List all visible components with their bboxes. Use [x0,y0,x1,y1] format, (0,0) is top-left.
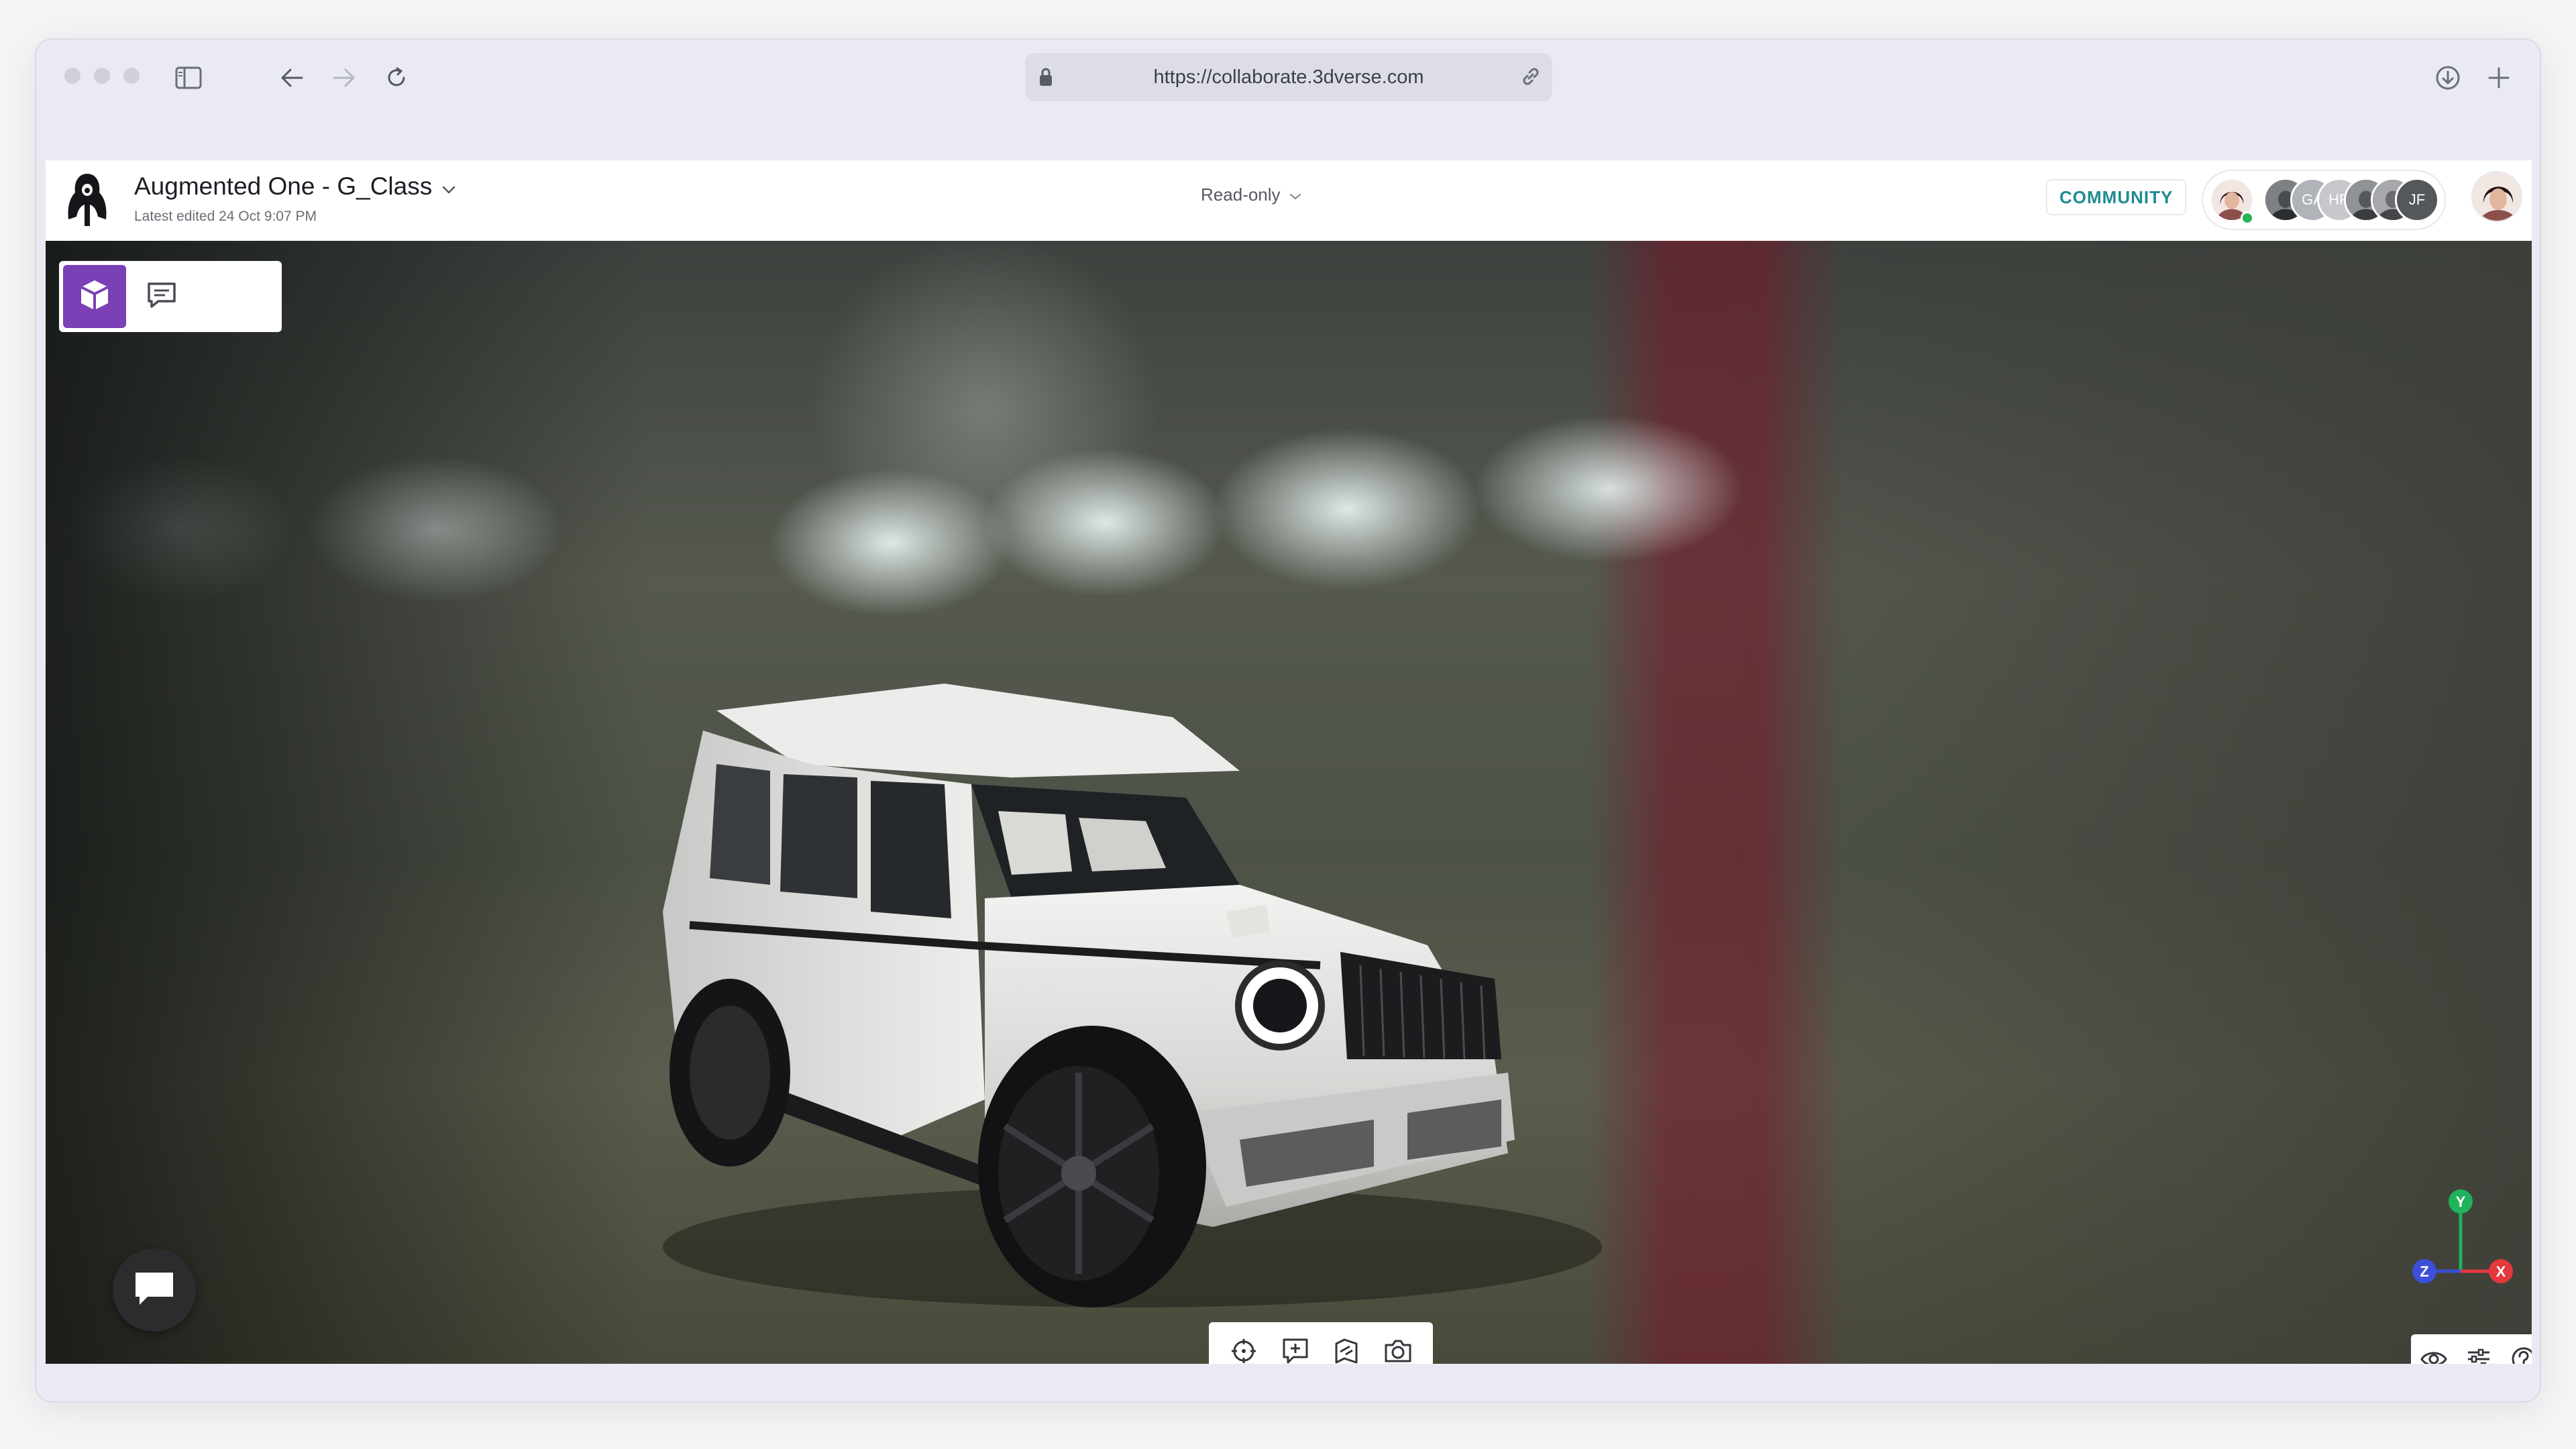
sidebar-toggle-icon[interactable] [165,54,212,101]
minimize-window-button[interactable] [94,68,110,84]
viewport-toolbar [1209,1322,1433,1364]
close-window-button[interactable] [64,68,80,84]
avatar[interactable]: JF [2395,178,2439,222]
3d-viewport[interactable]: Y X Z [46,241,2532,1364]
collaborators-avatar-group[interactable]: GA HR JF [2202,170,2446,230]
access-mode-dropdown[interactable]: Read-only [1201,184,1302,205]
url-text: https://collaborate.3dverse.com [1153,66,1424,88]
online-status-dot [2241,211,2254,225]
browser-chrome: https://collaborate.3dverse.com [36,40,2540,162]
cube-icon [77,278,112,316]
chat-icon [133,1270,176,1311]
sliders-icon[interactable] [2459,1339,2499,1364]
project-title-dropdown[interactable]: Augmented One - G_Class [134,172,456,201]
eye-icon[interactable] [2414,1339,2454,1364]
window-controls [64,68,140,84]
tab-comments[interactable] [130,265,193,328]
last-edited-text: Latest edited 24 Oct 9:07 PM [134,209,317,224]
zoom-window-button[interactable] [123,68,140,84]
access-mode-label: Read-only [1201,184,1281,205]
link-icon[interactable] [1519,64,1543,94]
help-icon[interactable] [2504,1339,2532,1364]
axis-z-label: Z [2420,1263,2428,1280]
forward-arrow-icon[interactable] [321,54,368,101]
crosshair-icon[interactable] [1222,1330,1265,1364]
address-bar[interactable]: https://collaborate.3dverse.com [1025,53,1552,101]
axis-gizmo[interactable]: Y X Z [2394,1180,2514,1301]
camera-icon[interactable] [1377,1330,1419,1364]
axis-y-label: Y [2456,1193,2466,1210]
g-class-car-model[interactable] [636,630,1642,1314]
lock-icon [1038,67,1053,93]
perspective-icon[interactable] [1325,1330,1368,1364]
project-title: Augmented One - G_Class [134,172,433,200]
new-tab-icon[interactable] [2475,54,2522,101]
add-comment-icon[interactable] [1274,1330,1317,1364]
app-header: Augmented One - G_Class Latest edited 24… [46,160,2532,241]
back-arrow-icon[interactable] [268,54,315,101]
axis-x-label: X [2496,1263,2506,1280]
comment-icon [145,278,178,315]
side-panel-tabs [59,261,282,332]
3dverse-logo-icon[interactable] [60,170,114,230]
community-button[interactable]: COMMUNITY [2046,179,2187,215]
download-icon[interactable] [2424,54,2471,101]
chevron-down-icon [1289,184,1302,205]
browser-window: https://collaborate.3dverse.com Augmente… [35,38,2541,1403]
view-controls [2411,1334,2532,1364]
tab-scene[interactable] [63,265,126,328]
current-user-avatar[interactable] [2471,171,2522,222]
reload-icon[interactable] [373,54,420,101]
chat-launcher-button[interactable] [113,1248,196,1332]
chevron-down-icon [441,172,456,201]
